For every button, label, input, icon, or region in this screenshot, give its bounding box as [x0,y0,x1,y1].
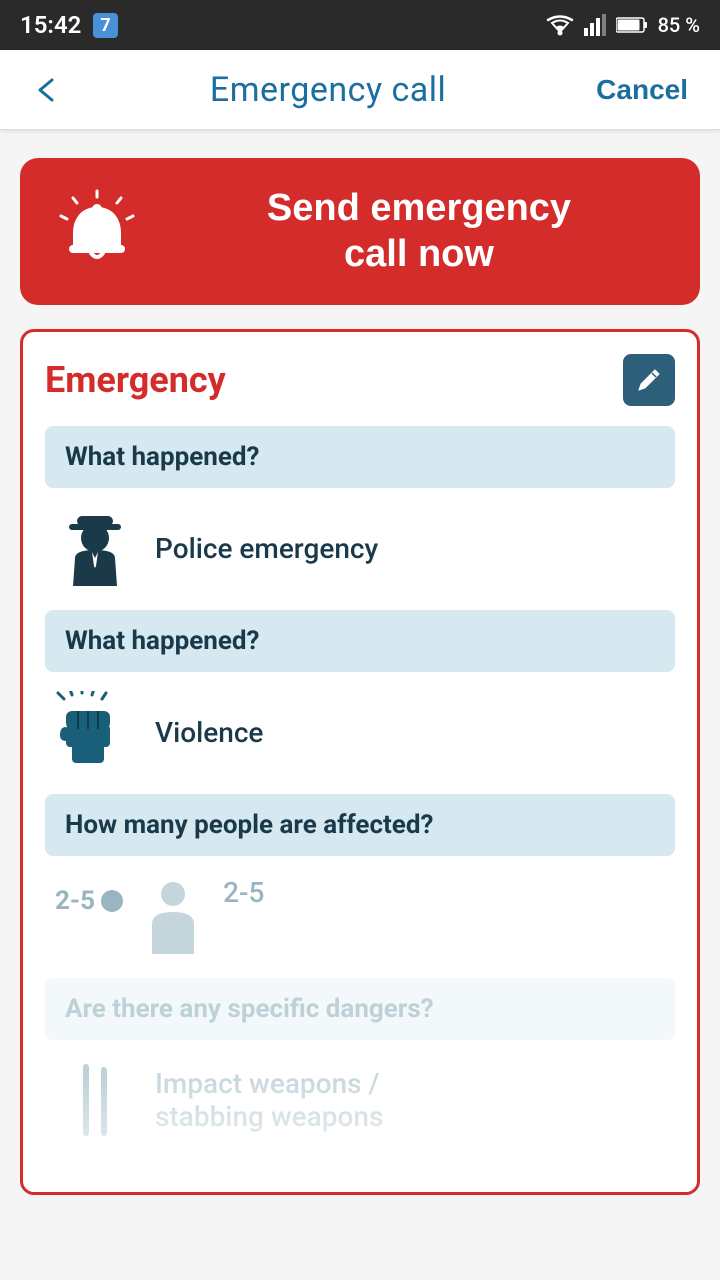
cancel-button[interactable]: Cancel [588,66,696,114]
answer-row-2: Violence [45,688,675,776]
answer-text-2: Violence [155,716,263,749]
weapons-svg [65,1060,125,1140]
person-icon [133,876,213,956]
emergency-button-label: Send emergencycall now [170,186,668,277]
answer-text-1: Police emergency [155,532,378,565]
signal-icon [584,14,606,36]
card-header: Emergency [45,354,675,406]
emergency-card: Emergency What happened? [20,329,700,1195]
count-badge: 2-5 [55,886,123,916]
question-label-3: How many people are affected? [45,794,675,856]
send-emergency-button[interactable]: Send emergencycall now [20,158,700,305]
people-count-row: 2-5 2-5 [45,872,675,960]
battery-percent: 85 % [658,13,700,37]
count-person-dot [101,890,123,912]
answer-row-4: Impact weapons /stabbing weapons [45,1056,675,1144]
status-notification: 7 [93,13,117,38]
question-label-2: What happened? [45,610,675,672]
top-nav: Emergency call Cancel [0,50,720,130]
page-title: Emergency call [210,70,446,110]
status-bar: 15:42 7 85 % [0,0,720,50]
back-button[interactable] [24,68,68,112]
status-right: 85 % [546,13,700,37]
section-people: How many people are affected? 2-5 2-5 [45,794,675,960]
alarm-bell-icon [55,189,140,274]
wifi-icon [546,14,574,36]
answer-row-1: Police emergency [45,504,675,592]
person-svg [138,876,208,956]
question-label-1: What happened? [45,426,675,488]
edit-button[interactable] [623,354,675,406]
question-label-4: Are there any specific dangers? [45,978,675,1040]
status-left: 15:42 7 [20,11,118,39]
section-police: What happened? Po [45,426,675,592]
pencil-icon [635,366,663,394]
answer-text-4: Impact weapons /stabbing weapons [155,1067,383,1133]
officer-svg [59,508,131,588]
alarm-icon-wrapper [52,187,142,277]
status-time: 15:42 [20,11,81,39]
section-violence: What happened? [45,610,675,776]
card-title: Emergency [45,359,226,401]
police-officer-icon [55,508,135,588]
back-arrow-icon [32,76,60,104]
fist-svg [56,691,134,773]
weapons-icon [55,1060,135,1140]
fist-icon [55,692,135,772]
battery-icon [616,16,648,34]
section-dangers: Are there any specific dangers? Impact w… [45,978,675,1144]
count-label: 2-5 [55,886,95,916]
answer-text-3: 2-5 [223,876,264,909]
main-content: Send emergencycall now Emergency What ha… [0,130,720,1223]
